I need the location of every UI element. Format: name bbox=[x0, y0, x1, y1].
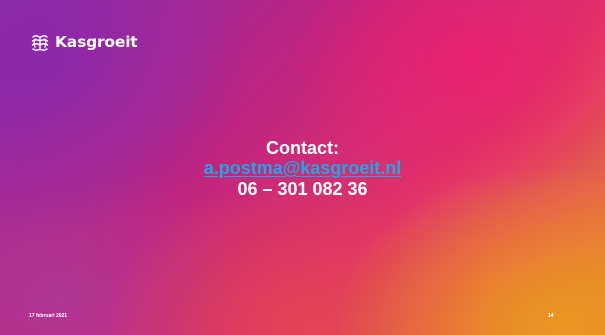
slide-page-number: 14 bbox=[548, 313, 554, 319]
contact-block: Contact: a.postma@kasgroeit.nl 06 – 301 … bbox=[0, 138, 605, 199]
contact-heading: Contact: bbox=[266, 138, 339, 158]
brand-name: Kasgroeit bbox=[55, 33, 138, 52]
contact-phone-number: 06 – 301 082 36 bbox=[237, 179, 368, 199]
kasgroeit-logo: Kasgroeit bbox=[30, 33, 138, 53]
footer-date: 17 februari 2021 bbox=[29, 313, 68, 319]
presentation-slide: Kasgroeit Contact: a.postma@kasgroeit.nl… bbox=[0, 0, 605, 335]
contact-email-link[interactable]: a.postma@kasgroeit.nl bbox=[204, 158, 402, 178]
kasgroeit-plant-logo-icon bbox=[31, 35, 49, 51]
